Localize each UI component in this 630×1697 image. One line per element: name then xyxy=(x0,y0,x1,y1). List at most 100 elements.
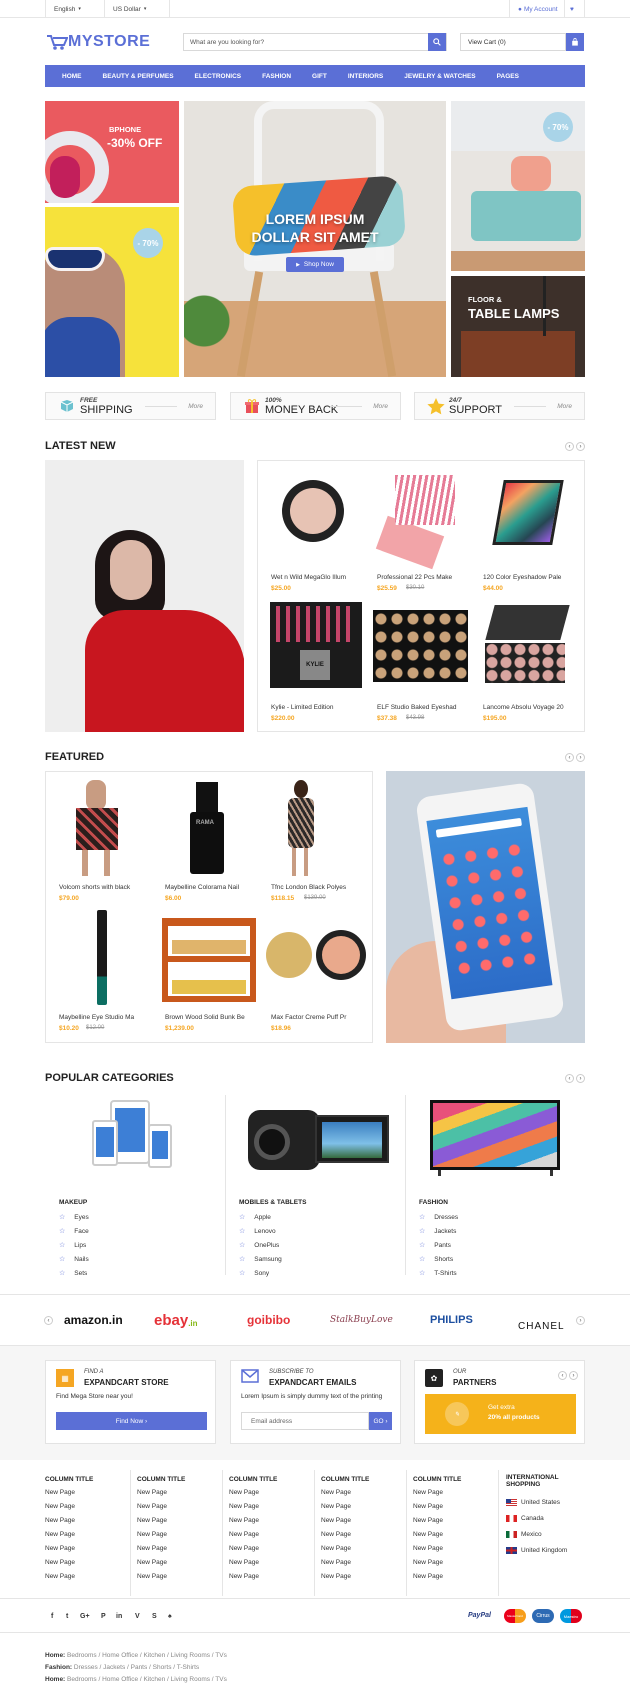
vimeo-icon[interactable]: V xyxy=(135,1613,140,1620)
footer-link[interactable]: New Page xyxy=(413,1489,461,1503)
footer-link[interactable]: New Page xyxy=(321,1531,369,1545)
footer-link[interactable]: New Page xyxy=(45,1573,93,1587)
product-image[interactable] xyxy=(280,780,320,880)
latest-feature-image[interactable] xyxy=(45,460,244,732)
email-input[interactable]: Email address xyxy=(241,1412,369,1430)
category-link[interactable]: ☆ Sets xyxy=(59,1269,87,1278)
category-link[interactable]: ☆ Apple xyxy=(239,1213,271,1222)
search-button[interactable] xyxy=(428,33,446,51)
language-select[interactable]: English ▾ xyxy=(45,0,105,18)
footer-link[interactable]: New Page xyxy=(137,1503,185,1517)
footer-link[interactable]: New Page xyxy=(413,1559,461,1573)
service-shipping[interactable]: FREE SHIPPING More xyxy=(45,392,216,420)
nav-fashion[interactable]: FASHION xyxy=(262,73,291,80)
footer-link[interactable]: New Page xyxy=(45,1545,93,1559)
category-image-mobiles[interactable] xyxy=(230,1100,398,1180)
nav-interiors[interactable]: INTERIORS xyxy=(348,73,383,80)
category-link[interactable]: ☆ T-Shirts xyxy=(419,1269,457,1278)
product-name[interactable]: Professional 22 Pcs Make xyxy=(377,574,467,581)
brand-stalkbuylove[interactable]: StalkBuyLove xyxy=(330,1311,393,1329)
product-image[interactable] xyxy=(266,930,366,990)
footer-link[interactable]: New Page xyxy=(229,1503,277,1517)
product-name[interactable]: Kylie - Limited Edition xyxy=(271,704,361,711)
view-cart[interactable]: View Cart (0) xyxy=(460,33,566,51)
product-image[interactable] xyxy=(480,605,575,690)
footer-link[interactable]: New Page xyxy=(229,1517,277,1531)
category-link[interactable]: ☆ OnePlus xyxy=(239,1241,279,1250)
cart-button[interactable] xyxy=(566,33,584,51)
twitter-icon[interactable]: t xyxy=(66,1613,68,1620)
partner-offer[interactable]: ✎ Get extra 20% all products xyxy=(425,1394,576,1434)
prev-arrow-icon[interactable]: ‹ xyxy=(565,1074,574,1083)
lamps-banner[interactable]: FLOOR & TABLE LAMPS xyxy=(451,276,585,377)
category-heading[interactable]: FASHION xyxy=(419,1199,448,1206)
footer-link[interactable]: New Page xyxy=(137,1559,185,1573)
footer-link[interactable]: New Page xyxy=(413,1573,461,1587)
next-arrow-icon[interactable]: › xyxy=(569,1371,578,1380)
footer-link[interactable]: New Page xyxy=(45,1531,93,1545)
footer-link[interactable]: New Page xyxy=(45,1559,93,1573)
service-support[interactable]: 24/7 SUPPORT More xyxy=(414,392,585,420)
product-name[interactable]: Brown Wood Solid Bunk Be xyxy=(165,1014,255,1021)
google-plus-icon[interactable]: G+ xyxy=(80,1613,90,1620)
product-image[interactable] xyxy=(68,780,128,880)
footer-link[interactable]: New Page xyxy=(413,1503,461,1517)
footer-link[interactable]: New Page xyxy=(45,1489,93,1503)
footer-link[interactable]: New Page xyxy=(137,1531,185,1545)
category-link[interactable]: ☆ Samsung xyxy=(239,1255,282,1264)
product-name[interactable]: Max Factor Creme Puff Pr xyxy=(271,1014,361,1021)
footer-link[interactable]: New Page xyxy=(229,1545,277,1559)
product-name[interactable]: Maybelline Colorama Nail xyxy=(165,884,255,891)
category-link[interactable]: ☆ Lenovo xyxy=(239,1227,276,1236)
prev-arrow-icon[interactable]: ‹ xyxy=(565,442,574,451)
footer-link[interactable]: New Page xyxy=(321,1517,369,1531)
nav-electronics[interactable]: ELECTRONICS xyxy=(195,73,242,80)
footer-link[interactable]: New Page xyxy=(321,1573,369,1587)
crumb-links[interactable]: Bedrooms / Home Office / Kitchen / Livin… xyxy=(67,1652,227,1659)
product-name[interactable]: Tfnc London Black Polyes xyxy=(271,884,361,891)
footer-link[interactable]: New Page xyxy=(229,1489,277,1503)
footer-link[interactable]: New Page xyxy=(321,1503,369,1517)
brand-philips[interactable]: PHILIPS xyxy=(430,1311,473,1329)
footer-link[interactable]: New Page xyxy=(137,1545,185,1559)
product-image[interactable] xyxy=(270,470,360,570)
service-more-link[interactable]: More xyxy=(373,403,388,410)
product-image[interactable] xyxy=(97,910,107,1005)
logo[interactable]: MY STORE xyxy=(46,33,150,51)
category-link[interactable]: ☆ Shorts xyxy=(419,1255,453,1264)
service-money-back[interactable]: 100% MONEY BACK More xyxy=(230,392,401,420)
product-image[interactable] xyxy=(162,918,256,1002)
bphone-banner[interactable]: BPHONE -30% OFF xyxy=(45,101,179,203)
service-more-link[interactable]: More xyxy=(188,403,203,410)
snapchat-icon[interactable]: ♠ xyxy=(168,1613,172,1620)
footer-link[interactable]: New Page xyxy=(229,1531,277,1545)
country-link[interactable]: Mexico xyxy=(506,1526,567,1542)
footer-link[interactable]: New Page xyxy=(321,1559,369,1573)
sofa-banner[interactable]: - 70% xyxy=(451,101,585,271)
find-now-button[interactable]: Find Now › xyxy=(56,1412,207,1430)
footer-link[interactable]: New Page xyxy=(137,1489,185,1503)
pinterest-icon[interactable]: P xyxy=(101,1613,106,1620)
category-link[interactable]: ☆ Lips xyxy=(59,1241,86,1250)
service-more-link[interactable]: More xyxy=(557,403,572,410)
country-link[interactable]: United States xyxy=(506,1494,567,1510)
hero-banner[interactable]: LOREM IPSUM DOLLAR SIT AMET ▶ Shop Now xyxy=(184,101,446,377)
product-name[interactable]: Volcom shorts with black xyxy=(59,884,149,891)
brand-chanel[interactable]: CHANEL xyxy=(518,1317,565,1335)
brand-amazon[interactable]: amazon.in xyxy=(64,1311,123,1329)
currency-select[interactable]: US Dollar ▾ xyxy=(105,0,170,18)
product-image[interactable]: RAMA xyxy=(190,782,226,876)
country-link[interactable]: Canada xyxy=(506,1510,567,1526)
product-image[interactable] xyxy=(483,470,573,570)
category-image-fashion[interactable] xyxy=(430,1100,562,1176)
category-link[interactable]: ☆ Nails xyxy=(59,1255,89,1264)
category-link[interactable]: ☆ Face xyxy=(59,1227,89,1236)
my-account-link[interactable]: ● My Account xyxy=(509,0,565,18)
wishlist-button[interactable]: ♥ xyxy=(565,0,585,18)
category-link[interactable]: ☆ Eyes xyxy=(59,1213,89,1222)
category-heading[interactable]: MOBILES & TABLETS xyxy=(239,1199,306,1206)
category-link[interactable]: ☆ Dresses xyxy=(419,1213,458,1222)
facebook-icon[interactable]: f xyxy=(51,1613,53,1620)
footer-link[interactable]: New Page xyxy=(45,1517,93,1531)
sunglasses-banner[interactable]: - 70% xyxy=(45,207,179,377)
